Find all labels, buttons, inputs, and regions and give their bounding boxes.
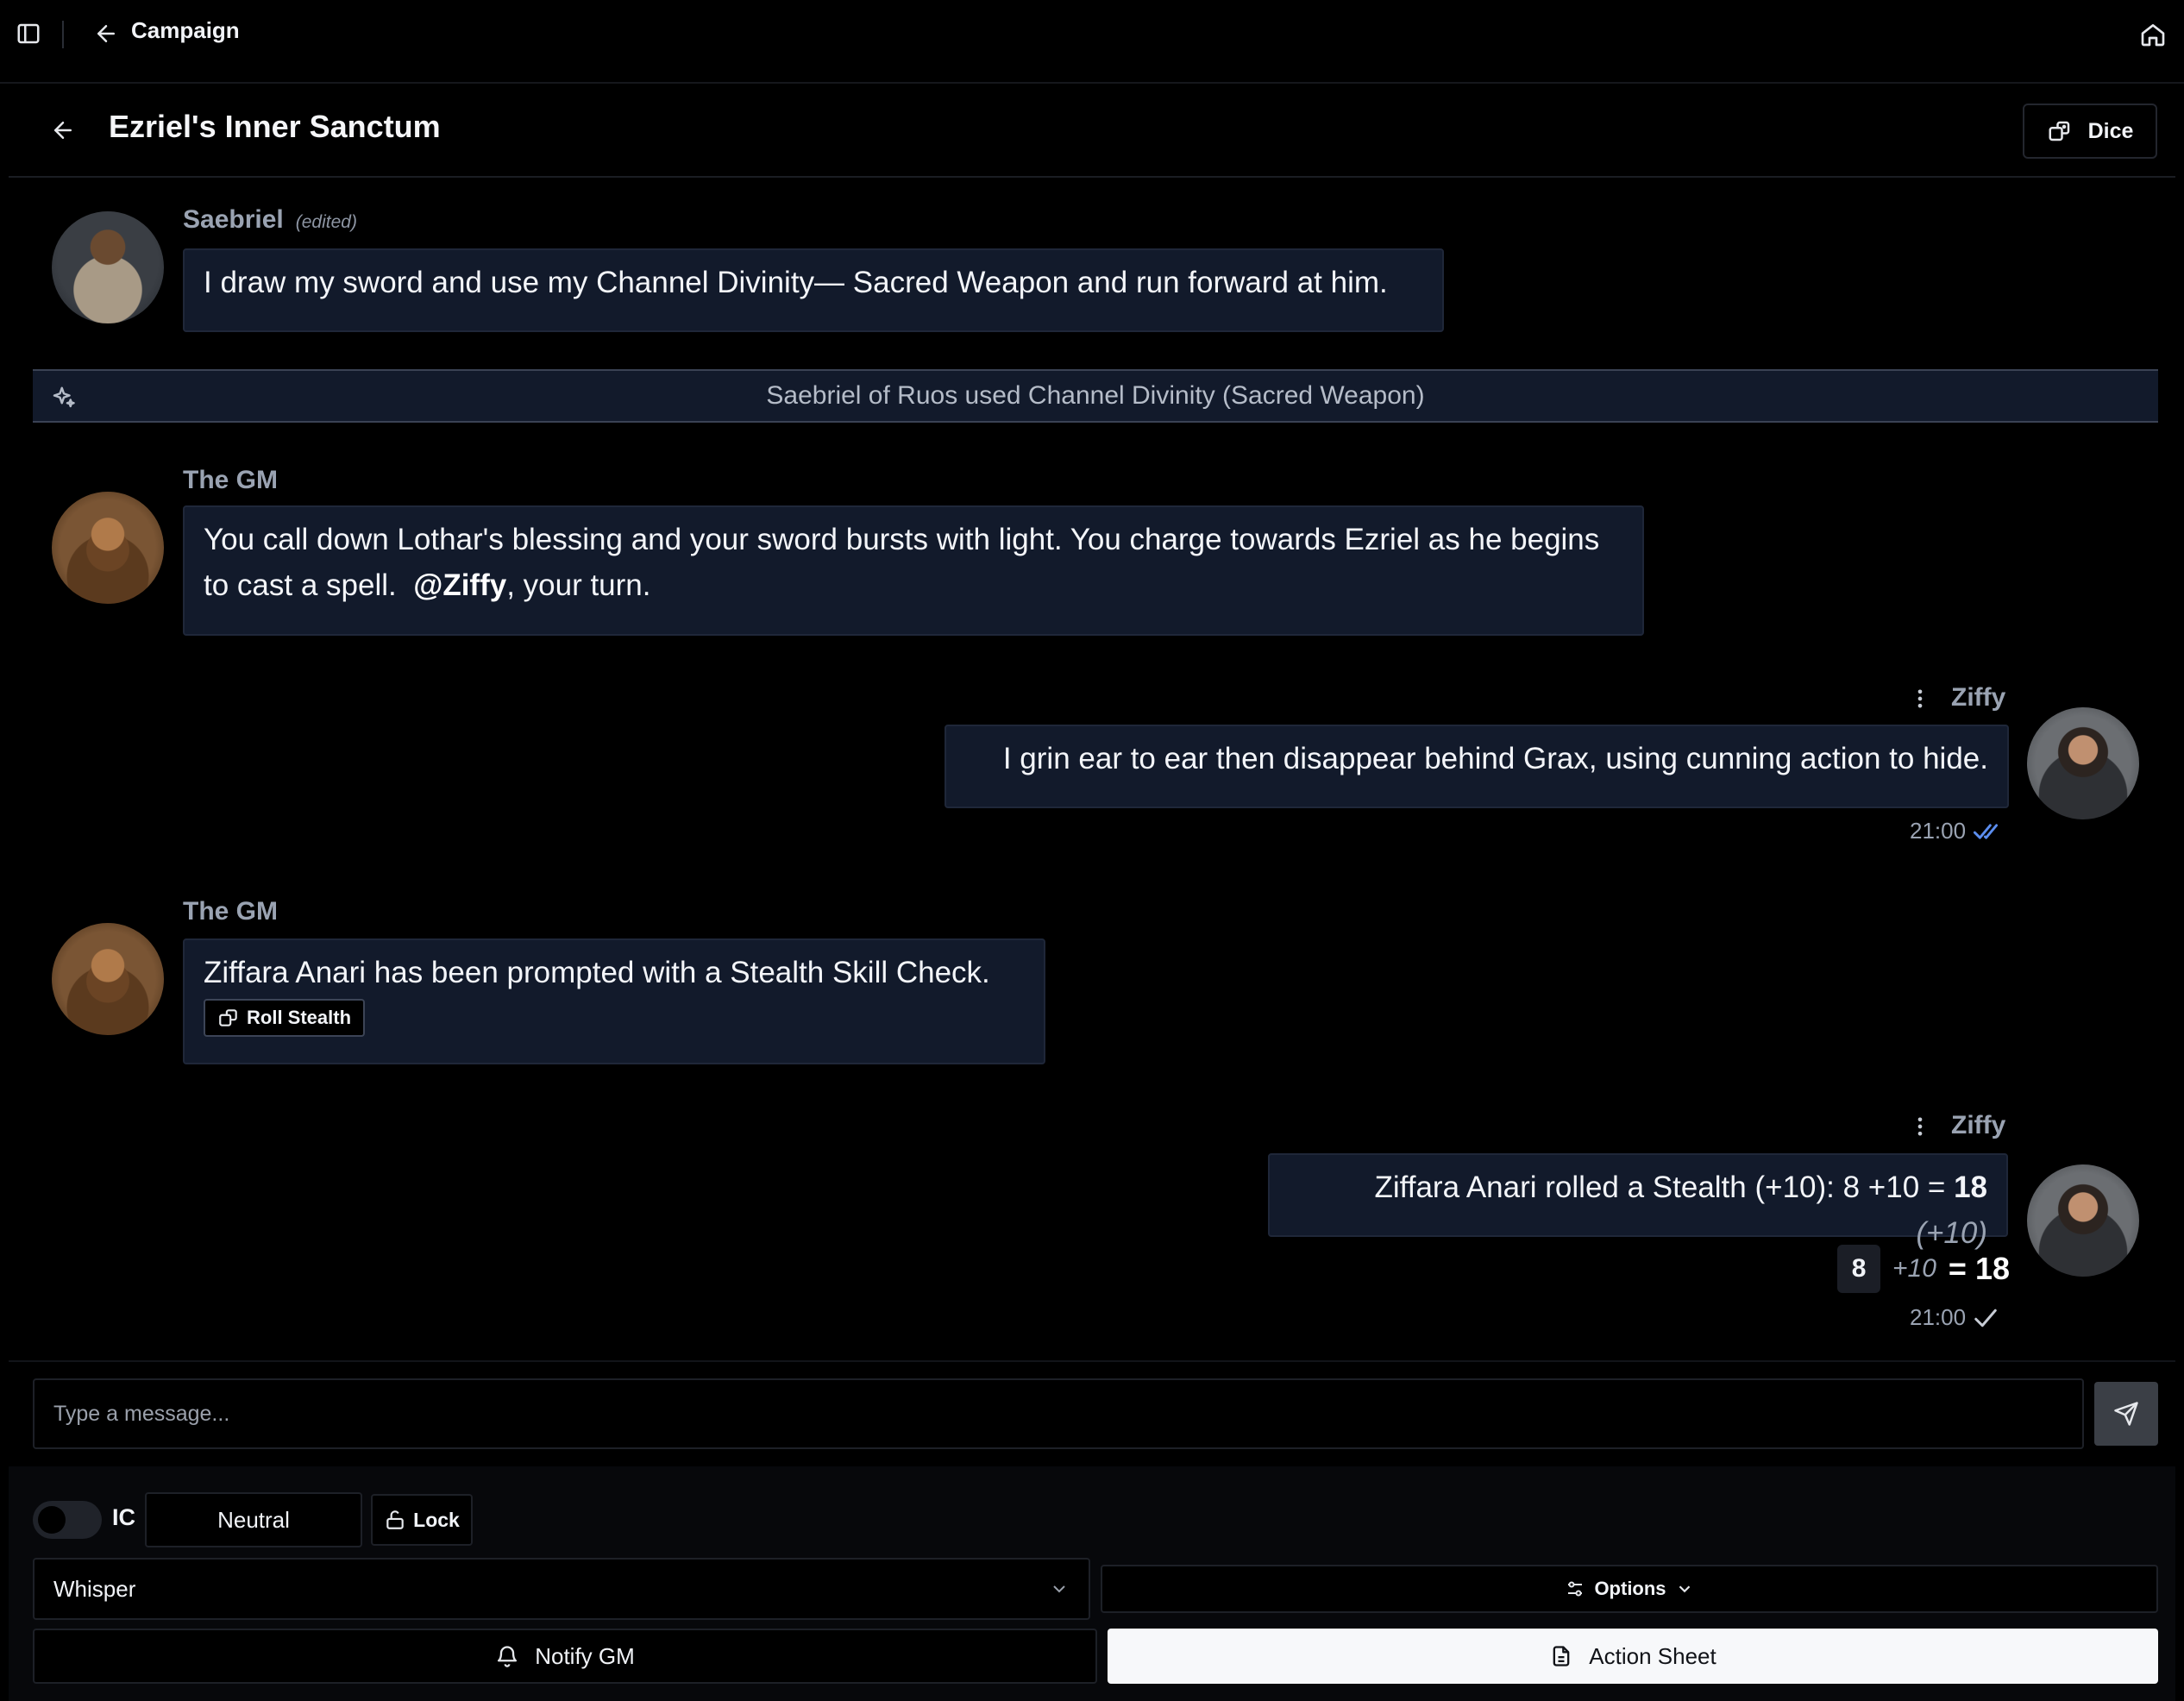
tone-selector[interactable]: Neutral [145,1492,362,1547]
roll-total: 18 [1954,1171,1987,1204]
author-name[interactable]: Ziffy [1951,1111,2005,1140]
message-author-row: Saebriel (edited) [183,205,357,235]
dice-icon [219,1009,237,1026]
action-sheet-label: Action Sheet [1589,1642,1716,1669]
roll-sum: = 18 [1948,1251,2010,1286]
message-text-tail: , your turn. [506,568,651,602]
check-icon [1974,1309,1997,1327]
message-bubble: You call down Lothar's blessing and your… [183,505,1644,636]
channel-back-icon[interactable] [50,117,76,143]
avatar-ziffy[interactable] [2027,1164,2139,1277]
ic-toggle[interactable] [33,1501,102,1539]
author-name[interactable]: Saebriel [183,205,284,235]
notify-gm-button[interactable]: Notify GM [33,1629,1097,1684]
options-button[interactable]: Options [1101,1565,2158,1613]
channel-title: Ezriel's Inner Sanctum [109,109,441,144]
message-time: 21:00 [1910,818,1967,844]
message-text: I draw my sword and use my Channel Divin… [204,266,1388,299]
message-meta: 21:00 [1910,1304,1999,1331]
lock-icon [386,1510,404,1529]
author-name[interactable]: The GM [183,897,278,926]
message-menu-icon[interactable] [1908,685,1932,712]
roll-stealth-label: Roll Stealth [247,1007,352,1028]
ic-label: IC [112,1504,135,1530]
avatar-gm[interactable] [52,492,164,604]
action-sheet-button[interactable]: Action Sheet [1108,1629,2158,1684]
sliders-icon [1568,1581,1583,1597]
header-divider [9,176,2175,178]
message-bubble: Ziffara Anari has been prompted with a S… [183,938,1045,1064]
message-bubble: I draw my sword and use my Channel Divin… [183,248,1444,332]
message-text: I grin ear to ear then disappear behind … [1002,742,1988,775]
topbar-divider [62,21,64,48]
double-check-icon [1974,823,1999,839]
lock-label: Lock [413,1508,460,1531]
message-time: 21:00 [1910,1304,1967,1330]
message-bubble: Ziffara Anari rolled a Stealth (+10): 8 … [1268,1153,2008,1250]
roll-breakdown: 8 +10 = 18 [1829,1245,2010,1293]
document-icon [1553,1646,1570,1666]
edited-tag: (edited) [295,212,357,232]
campaign-link[interactable]: Campaign [131,17,240,44]
message-meta: 21:00 [1910,818,2004,844]
die-result: 8 [1837,1245,1881,1293]
whisper-select[interactable]: Whisper [33,1558,1090,1620]
avatar-gm[interactable] [52,923,164,1035]
composer-divider [9,1360,2175,1362]
dice-label: Dice [2087,118,2134,143]
send-icon [2114,1402,2138,1426]
whisper-label: Whisper [53,1575,136,1602]
mention-ziffy[interactable]: @Ziffy [413,568,506,602]
system-notice-text: Saebriel of Ruos used Channel Divinity (… [766,381,1425,410]
message-text: Ziffara Anari has been prompted with a S… [204,956,990,989]
sidebar-toggle-icon[interactable] [16,21,41,47]
system-notice: Saebriel of Ruos used Channel Divinity (… [33,369,2158,423]
bell-icon [498,1646,518,1667]
roll-modifier: +10 [1892,1254,1936,1283]
author-name[interactable]: The GM [183,466,278,495]
top-bar: Campaign [0,0,2184,84]
back-to-campaign-icon[interactable] [93,21,119,47]
chevron-down-icon [1053,1585,1065,1593]
dice-icon [2049,121,2069,141]
roll-text: Ziffara Anari rolled a Stealth (+10): 8 … [1374,1171,1946,1204]
roll-stealth-button[interactable]: Roll Stealth [204,999,366,1037]
avatar-ziffy[interactable] [2027,707,2139,819]
options-label: Options [1594,1578,1666,1599]
dice-button[interactable]: Dice [2023,104,2157,159]
chevron-down-icon [1679,1585,1690,1593]
send-button[interactable] [2094,1382,2158,1446]
author-name[interactable]: Ziffy [1951,683,2005,712]
home-icon[interactable] [2139,21,2167,48]
message-menu-icon[interactable] [1908,1113,1932,1140]
message-input[interactable] [33,1378,2084,1449]
message-bubble: I grin ear to ear then disappear behind … [945,725,2009,808]
avatar-saebriel[interactable] [52,211,164,323]
notify-gm-label: Notify GM [535,1642,635,1669]
lock-button[interactable]: Lock [371,1494,473,1546]
